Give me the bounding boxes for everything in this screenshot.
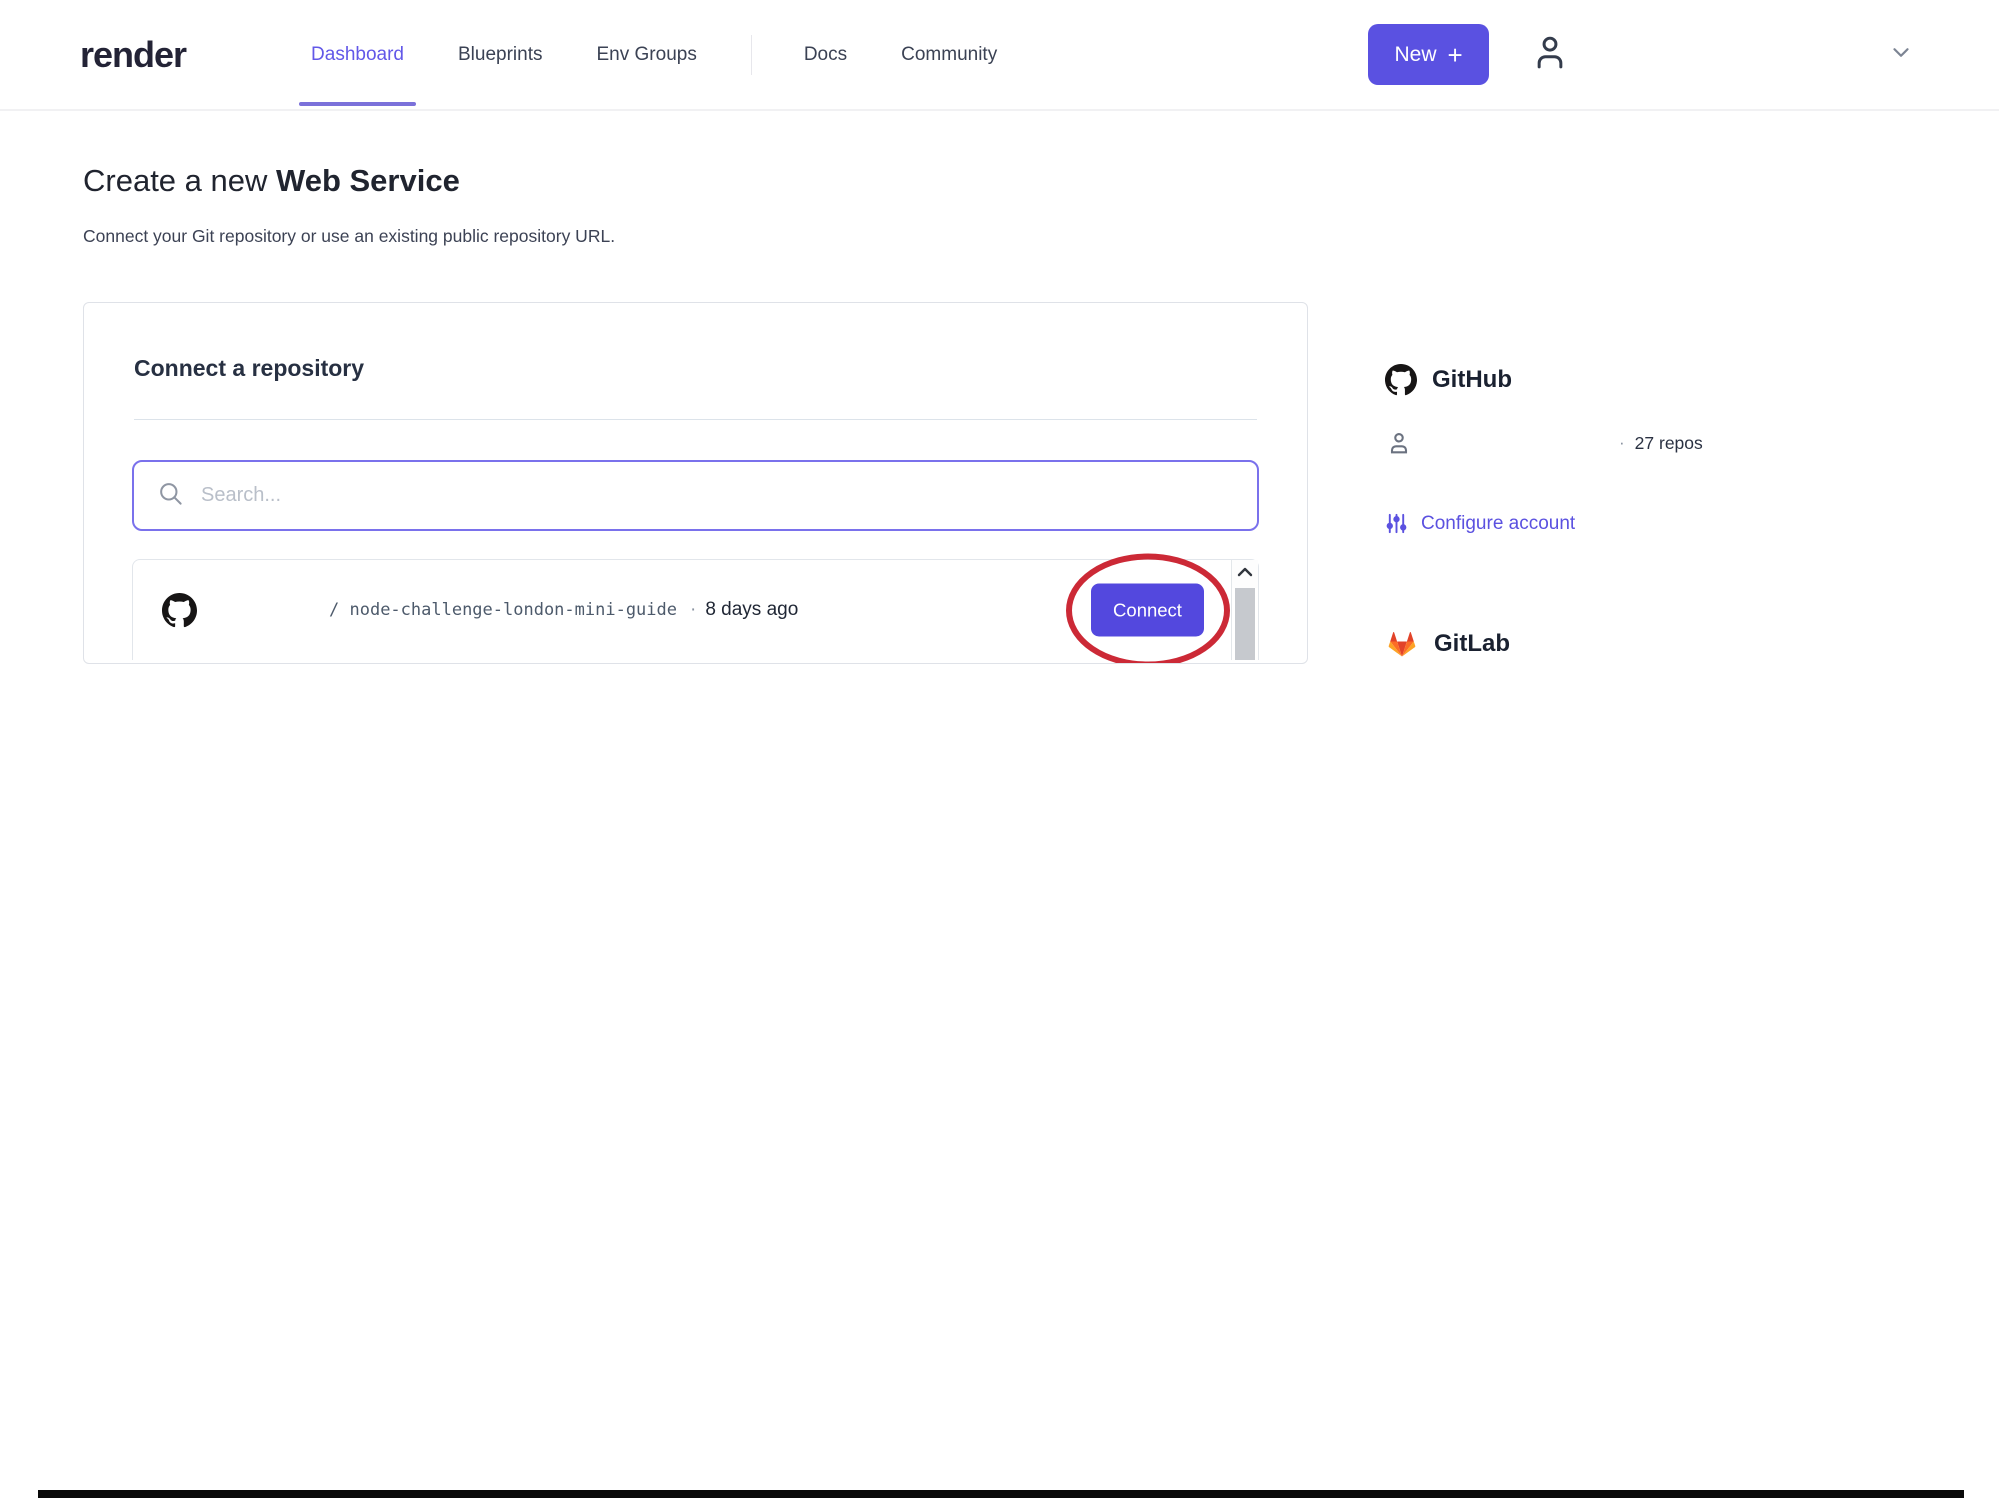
card-divider <box>134 419 1257 420</box>
account-separator-dot: · <box>1619 433 1625 452</box>
connect-button[interactable]: Connect <box>1091 583 1204 637</box>
scroll-up-button[interactable] <box>1232 560 1258 588</box>
chevron-down-icon <box>1888 39 1914 70</box>
bottom-edge-bar <box>38 1490 1964 1498</box>
nav-expander[interactable] <box>1888 39 1914 70</box>
repo-list: / node-challenge-london-mini-guide · 8 d… <box>132 553 1259 663</box>
repo-search-input[interactable] <box>201 484 1234 507</box>
providers-sidebar: GitHub · 27 repos Configure account GitL… <box>1385 302 1703 660</box>
repo-updated-time: 8 days ago <box>705 599 799 620</box>
configure-account-link[interactable]: Configure account <box>1385 512 1703 535</box>
repo-name: node-challenge-london-mini-guide <box>349 600 677 620</box>
github-icon <box>162 592 197 628</box>
scroll-up-icon <box>1237 565 1253 583</box>
nav-divider <box>750 34 752 75</box>
gitlab-title: GitLab <box>1434 630 1510 657</box>
repo-count: 27 repos <box>1634 432 1703 453</box>
new-button[interactable]: New + <box>1368 24 1490 85</box>
page-subtitle: Connect your Git repository or use an ex… <box>83 226 616 246</box>
top-nav: render Dashboard Blueprints Env Groups D… <box>0 0 1999 111</box>
github-section-header: GitHub <box>1385 364 1703 396</box>
user-icon <box>1529 30 1571 79</box>
render-logo[interactable]: render <box>80 34 187 76</box>
card-title: Connect a repository <box>134 355 365 381</box>
main-content: Create a new Web Service Connect your Gi… <box>0 163 1999 664</box>
page-title-prefix: Create a new <box>83 163 276 198</box>
content-row: Connect a repository Search... / node-ch… <box>83 302 1999 664</box>
github-account-row: · 27 repos <box>1385 429 1703 457</box>
repo-path-separator: / <box>329 600 350 620</box>
search-icon <box>157 480 184 512</box>
page-title: Create a new Web Service <box>83 163 1999 199</box>
redacted-repo-owner <box>197 598 329 622</box>
plus-icon: + <box>1447 39 1463 70</box>
repo-row: / node-challenge-london-mini-guide · 8 d… <box>133 553 1258 663</box>
nav-item-env-groups[interactable]: Env Groups <box>597 44 697 66</box>
nav-item-blueprints[interactable]: Blueprints <box>458 44 543 66</box>
connect-repository-card: Connect a repository Search... / node-ch… <box>83 302 1308 664</box>
nav-item-dashboard[interactable]: Dashboard <box>299 44 416 106</box>
page-title-emphasis: Web Service <box>276 163 460 198</box>
primary-nav: Dashboard Blueprints Env Groups Docs Com… <box>299 34 1051 106</box>
scrollbar-thumb[interactable] <box>1235 588 1255 660</box>
nav-item-docs[interactable]: Docs <box>804 44 847 66</box>
repo-path: / node-challenge-london-mini-guide <box>329 600 677 620</box>
github-icon <box>1385 364 1417 396</box>
configure-account-label: Configure account <box>1421 512 1576 534</box>
connect-button-wrap: Connect <box>1065 553 1230 663</box>
account-user-icon <box>1385 429 1413 457</box>
sliders-icon <box>1385 512 1408 535</box>
account-menu-button[interactable] <box>1529 30 1571 79</box>
gitlab-icon <box>1385 628 1419 660</box>
repo-search-box <box>132 460 1259 531</box>
gitlab-section-header: GitLab <box>1385 628 1703 660</box>
redacted-account-name <box>1423 432 1619 454</box>
github-title: GitHub <box>1432 366 1512 393</box>
repo-list-scrollbar <box>1231 560 1258 660</box>
new-button-label: New <box>1394 42 1437 66</box>
repo-separator-dot: · <box>690 599 697 620</box>
nav-item-community[interactable]: Community <box>901 44 997 66</box>
